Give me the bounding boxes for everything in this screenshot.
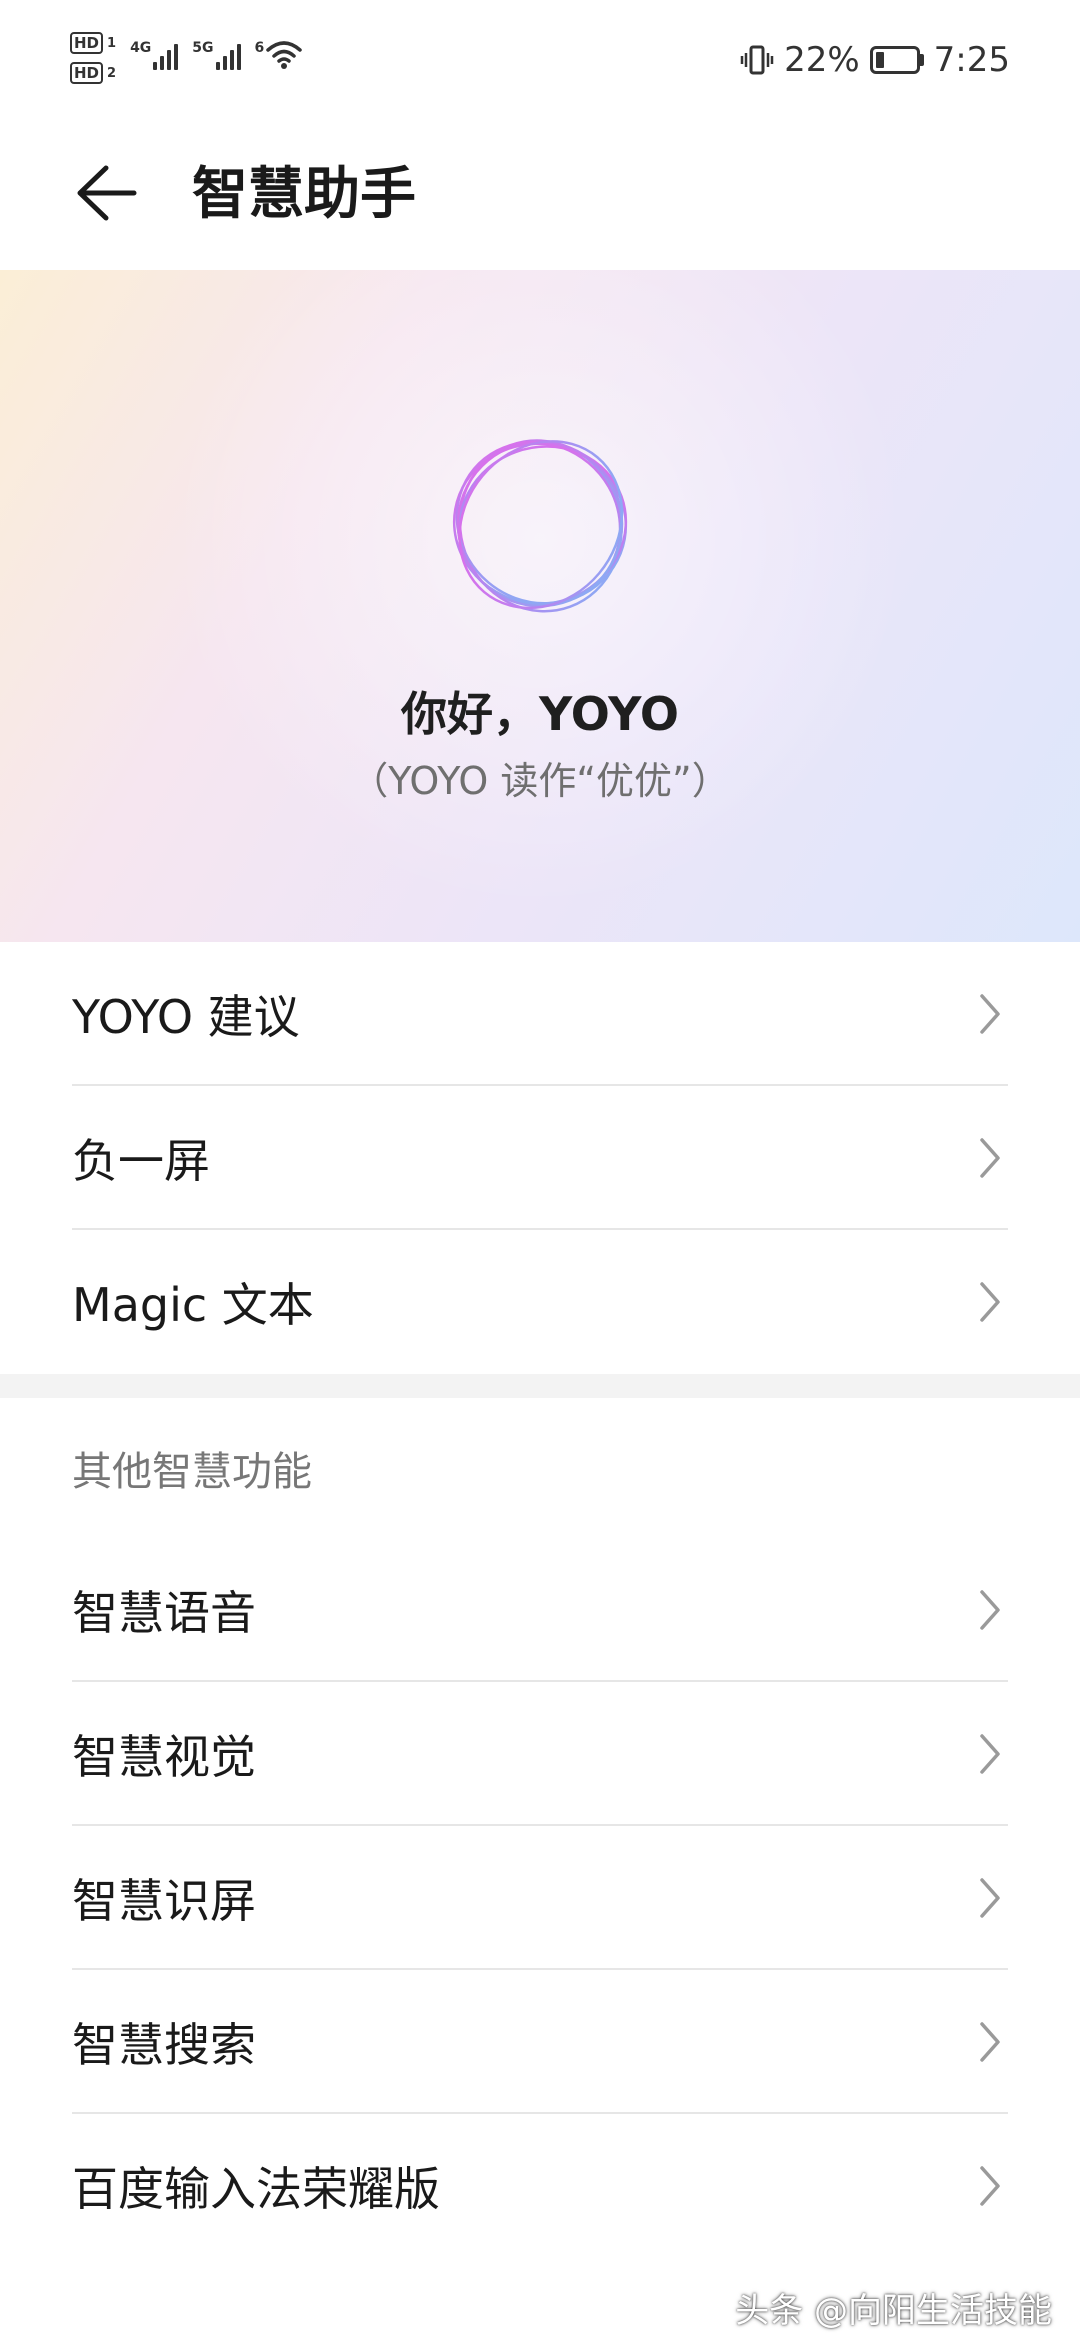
list-item-label: 负一屏 [72,1134,210,1188]
chevron-right-icon [980,1282,1000,1322]
chevron-right-icon [980,1878,1000,1918]
chevron-right-icon [980,2166,1000,2206]
list-item-label: 智慧识屏 [72,1874,256,1928]
sim1-indicator: HD 1 [70,32,116,54]
vibrate-icon [740,45,774,75]
battery-fill [875,52,884,68]
sim2-number: 2 [107,65,117,81]
battery-percent: 22% [784,40,860,80]
list-item-smart-voice[interactable]: 智慧语音 [0,1538,1080,1682]
sim-indicators: HD 1 HD 2 [70,32,116,84]
wifi-group: 6 [255,40,303,70]
chevron-right-icon [980,1590,1000,1630]
chevron-right-icon [980,2022,1000,2062]
network-type-label: 4G [130,40,152,56]
hero-subtitle: （YOYO 读作“优优”） [350,759,730,803]
chevron-right-icon [980,1138,1000,1178]
list-item-smart-screen-recognition[interactable]: 智慧识屏 [0,1826,1080,1970]
yoyo-orb-icon[interactable] [436,420,644,628]
hero-greeting: 你好，YOYO [401,687,679,741]
main-settings-list: YOYO 建议 负一屏 Magic 文本 [0,942,1080,1374]
arrow-left-icon[interactable] [70,158,140,228]
wifi-icon [266,41,303,69]
list-item-label: 智慧语音 [72,1586,256,1640]
list-item-label: YOYO 建议 [72,990,300,1044]
signal-bars-icon [153,40,179,70]
list-item-magic-text[interactable]: Magic 文本 [0,1230,1080,1374]
network-2: 5G [192,40,241,70]
network-type-label: 5G [192,40,214,56]
list-item-label: 智慧视觉 [72,1730,256,1784]
hero-banner: 你好，YOYO （YOYO 读作“优优”） [0,270,1080,942]
hd-badge: HD [70,62,104,84]
section-separator [0,1374,1080,1398]
network-1: 4G [130,40,179,70]
list-item-yoyo-suggestions[interactable]: YOYO 建议 [0,942,1080,1086]
status-bar: HD 1 HD 2 4G 5G 6 22% 7:25 [0,0,1080,120]
chevron-right-icon [980,994,1000,1034]
list-item-label: Magic 文本 [72,1278,314,1332]
status-left: HD 1 HD 2 4G 5G 6 [70,32,303,84]
list-item-label: 智慧搜索 [72,2018,256,2072]
wifi-version-label: 6 [254,40,265,56]
list-item-baidu-input[interactable]: 百度输入法荣耀版 [0,2114,1080,2258]
list-item-smart-vision[interactable]: 智慧视觉 [0,1682,1080,1826]
clock: 7:25 [933,40,1010,80]
list-item-smart-search[interactable]: 智慧搜索 [0,1970,1080,2114]
chevron-right-icon [980,1734,1000,1774]
sim1-number: 1 [107,35,117,51]
signal-bars-icon [215,40,241,70]
list-item-label: 百度输入法荣耀版 [72,2162,440,2216]
section-header: 其他智慧功能 [72,1449,312,1495]
hd-badge: HD [70,32,104,54]
other-features-list: 其他智慧功能 智慧语音 智慧视觉 智慧识屏 智慧搜索 百度输入法荣耀版 [0,1398,1080,2258]
watermark: 头条 @向阳生活技能 [735,2291,1052,2331]
list-item-minus-one-screen[interactable]: 负一屏 [0,1086,1080,1230]
battery-icon [869,46,924,74]
title-bar: 智慧助手 [0,120,1080,270]
sim2-indicator: HD 2 [70,62,116,84]
status-right: 22% 7:25 [740,40,1010,80]
page-title: 智慧助手 [192,162,416,227]
